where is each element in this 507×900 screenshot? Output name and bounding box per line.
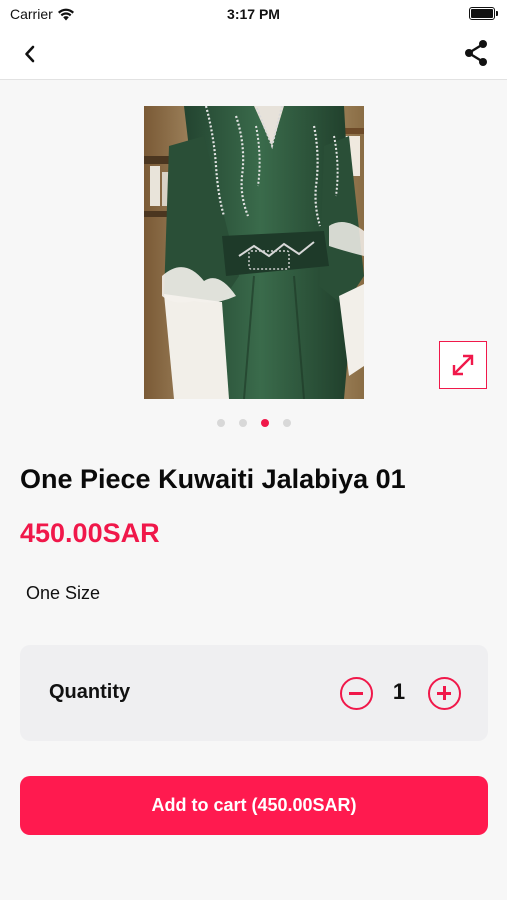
status-time: 3:17 PM <box>227 6 280 22</box>
page-dot-active[interactable] <box>260 419 269 427</box>
dress-photo <box>144 106 364 399</box>
add-to-cart-button[interactable]: Add to cart (450.00SAR) <box>20 776 488 835</box>
size-label: One Size <box>26 583 101 603</box>
back-button[interactable] <box>14 40 46 68</box>
page-dot[interactable] <box>238 419 247 427</box>
quantity-card: Quantity 1 <box>20 645 488 741</box>
product-title: One Piece Kuwaiti Jalabiya 01 <box>20 464 406 494</box>
image-page-indicator <box>0 419 507 427</box>
page-dot[interactable] <box>216 419 225 427</box>
decrease-quantity-button[interactable] <box>340 677 373 710</box>
battery-icon <box>469 7 498 20</box>
share-button[interactable] <box>461 38 491 68</box>
increase-quantity-button[interactable] <box>428 677 461 710</box>
status-bar: Carrier 3:17 PM <box>0 0 507 28</box>
chevron-left-icon <box>25 45 35 63</box>
expand-icon <box>452 354 474 376</box>
share-icon <box>465 40 487 66</box>
product-image[interactable] <box>144 106 364 399</box>
quantity-label: Quantity <box>49 681 131 703</box>
navigation-bar <box>0 28 507 80</box>
expand-image-button[interactable] <box>439 341 487 389</box>
page-dot[interactable] <box>282 419 291 427</box>
quantity-value: 1 <box>392 679 406 704</box>
product-price: 450.00SAR <box>20 518 160 548</box>
